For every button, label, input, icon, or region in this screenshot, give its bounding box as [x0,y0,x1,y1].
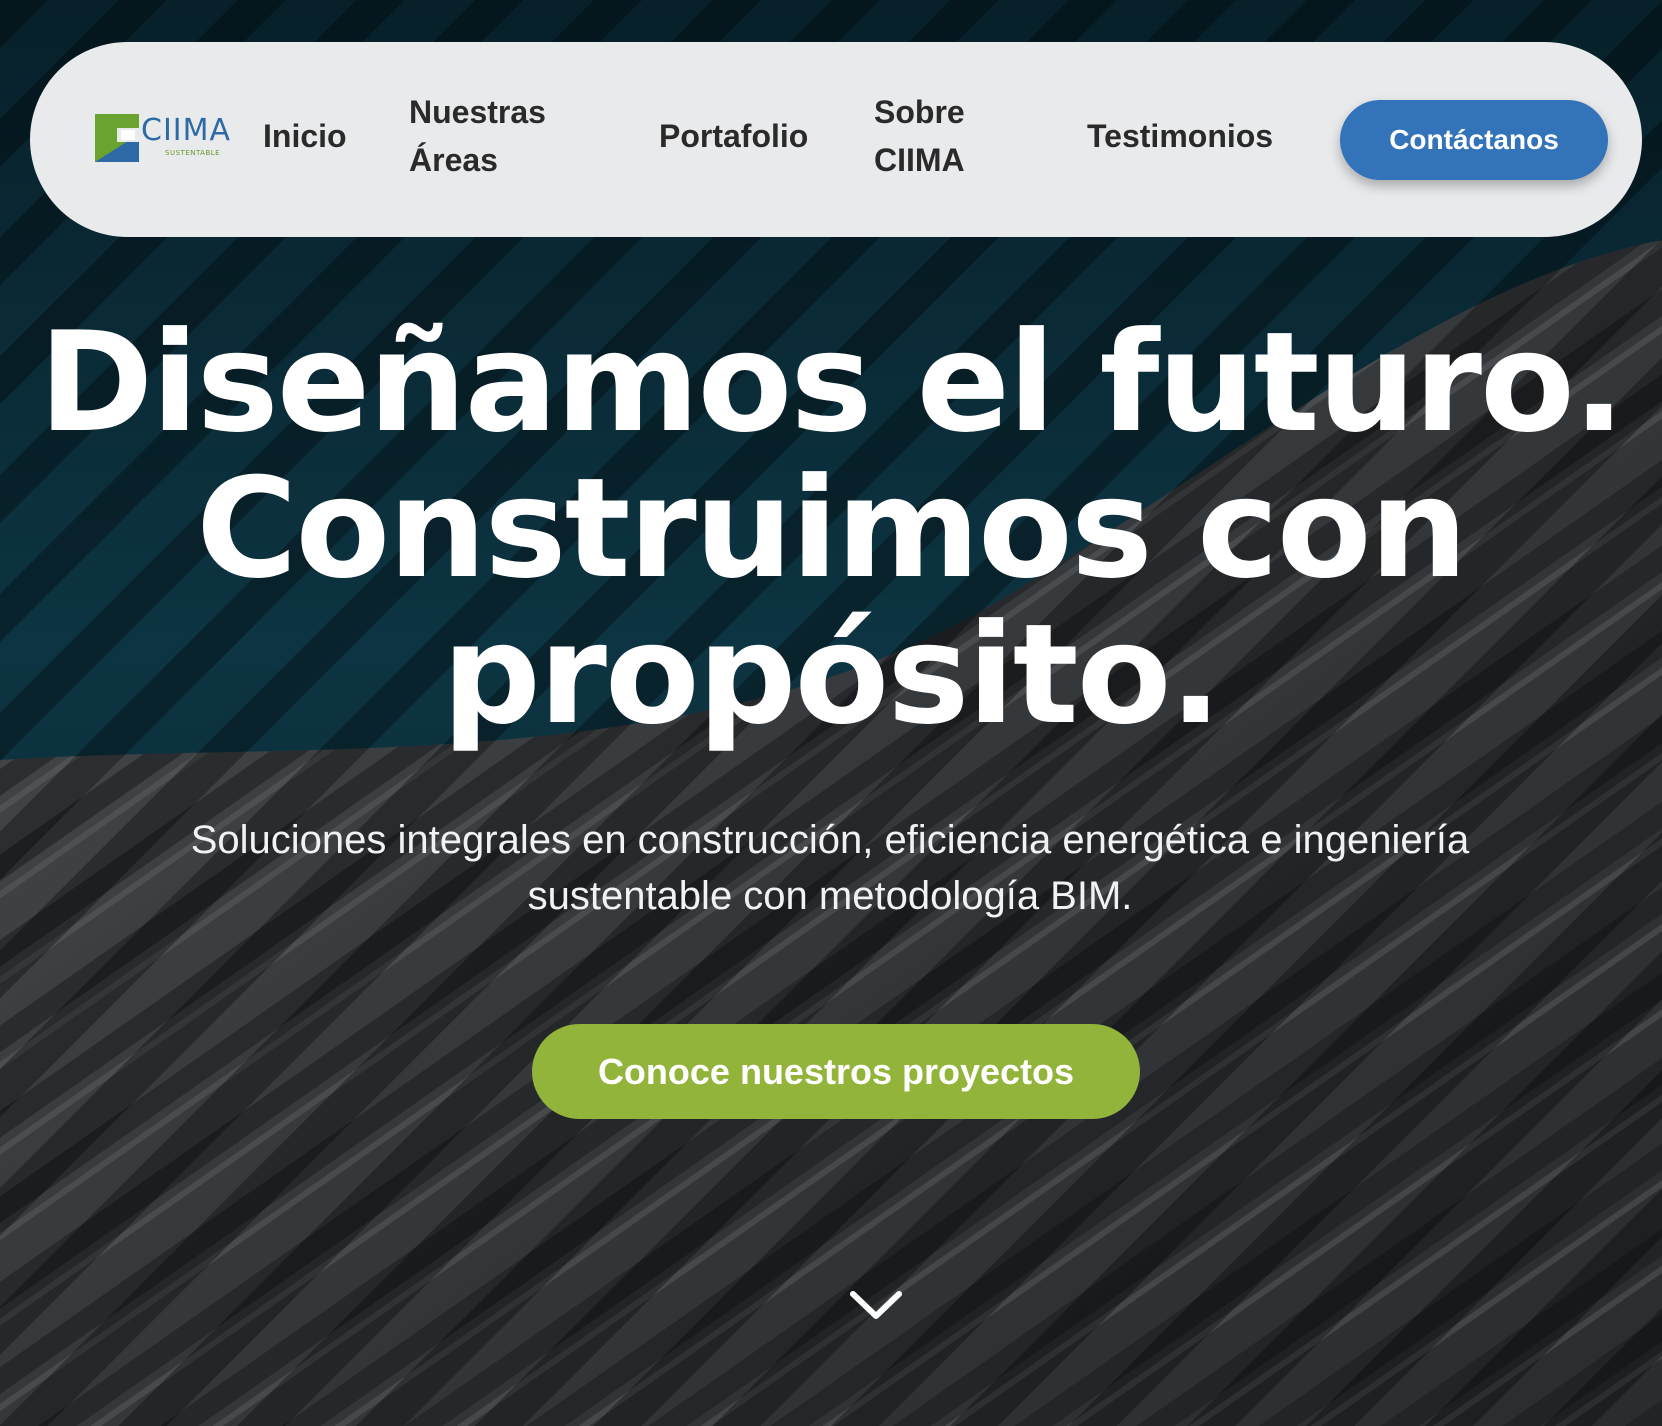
hero-section: CIIMA SUSTENTABLE Inicio Nuestras Áreas … [0,0,1662,1426]
hero-headline-line-2: Construimos con [196,448,1468,609]
ciima-logo[interactable]: CIIMA SUSTENTABLE [95,114,245,166]
nav-link-sobre-ciima-line2: CIIMA [874,142,965,178]
hero-subtitle-line-1: Soluciones integrales en construcción, e… [190,818,1470,862]
logo-tagline: SUSTENTABLE [165,149,221,157]
ciima-logo-mark [95,114,139,162]
nav-link-testimonios[interactable]: Testimonios [1087,112,1273,160]
hero-headline-line-3: propósito. [442,594,1222,755]
nav-link-sobre-ciima-line1: Sobre [874,94,965,130]
nav-link-nuestras-areas[interactable]: Nuestras Áreas [409,88,579,184]
hero-subtitle: Soluciones integrales en construcción, e… [130,812,1530,924]
nav-link-inicio[interactable]: Inicio [263,112,347,160]
chevron-down-icon[interactable] [849,1288,903,1322]
hero-headline: Diseñamos el futuro. Construimos con pro… [20,310,1642,748]
nav-link-portafolio[interactable]: Portafolio [659,112,808,160]
nav-link-nuestras-areas-line1: Nuestras [409,94,546,130]
logo-wordmark: CIIMA [141,113,232,148]
hero-subtitle-line-2: sustentable con metodología BIM. [527,874,1133,918]
contact-button[interactable]: Contáctanos [1340,100,1608,180]
nav-link-sobre-ciima[interactable]: Sobre CIIMA [874,88,1014,184]
nav-link-nuestras-areas-line2: Áreas [409,142,498,178]
top-navigation-bar: CIIMA SUSTENTABLE Inicio Nuestras Áreas … [30,42,1642,237]
hero-headline-line-1: Diseñamos el futuro. [38,302,1625,463]
projects-button[interactable]: Conoce nuestros proyectos [532,1024,1140,1119]
